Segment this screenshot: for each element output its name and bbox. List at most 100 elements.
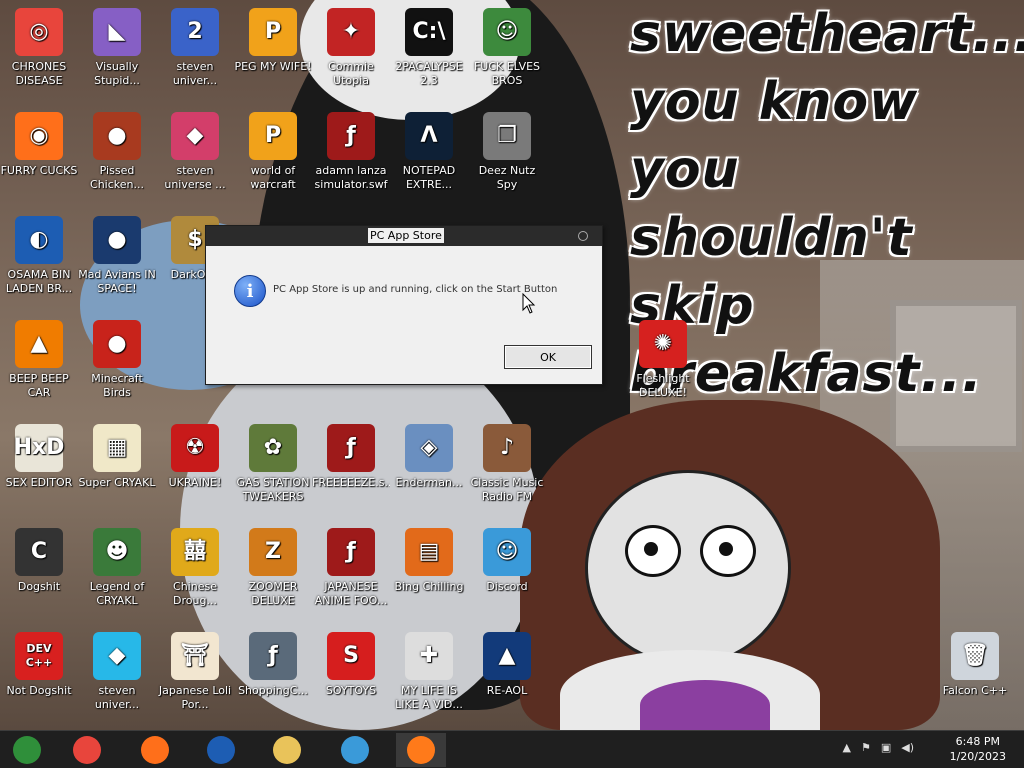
- desktop-icon[interactable]: ◆ steven univer...: [78, 626, 156, 712]
- flag-icon[interactable]: ⚑: [861, 741, 871, 754]
- desktop-icon-label: FREEEEEZE.s...: [312, 476, 390, 489]
- taskbar: ▲ ⚑ ▣ ◀) 6:48 PM 1/20/2023: [0, 730, 1024, 768]
- desktop-icon-label: JAPANESE ANIME FOO...: [314, 580, 388, 607]
- desktop-icon-label: adamn lanza simulator.swf: [314, 164, 388, 191]
- message-dialog: PC App Store i PC App Store is up and ru…: [205, 225, 603, 385]
- desktop-icon-label: Classic Music Radio FM: [470, 476, 544, 503]
- firefox-icon: ◉: [15, 112, 63, 160]
- desktop-icon[interactable]: ◉ FURRY CUCKS: [0, 106, 78, 178]
- ok-button[interactable]: OK: [504, 345, 592, 369]
- desktop-icon[interactable]: ◈ Enderman...: [390, 418, 468, 490]
- torii-icon: ⛩: [171, 632, 219, 680]
- desktop-icon[interactable]: P PEG MY WIFE!: [234, 2, 312, 74]
- desktop-icon[interactable]: HxD SEX EDITOR: [0, 418, 78, 490]
- desktop-icon-label: steven univer...: [94, 684, 140, 711]
- desktop-icon-label: Legend of CRYAKL: [89, 580, 145, 607]
- wallpaper-girl-shirt: [640, 680, 770, 730]
- desktop-icon-label: world of warcraft: [250, 164, 296, 191]
- desktop-icon[interactable]: ◎ CHRONES DISEASE: [0, 2, 78, 88]
- aol-icon: ▲: [483, 632, 531, 680]
- radiation-icon: ☢: [171, 424, 219, 472]
- chrome-icon: ◎: [15, 8, 63, 56]
- app-store-taskbar-icon[interactable]: [396, 733, 446, 767]
- desktop-icon-label: FURRY CUCKS: [0, 164, 78, 177]
- chrome-taskbar-icon[interactable]: [62, 733, 112, 767]
- desktop-icon[interactable]: ☺ Discord: [468, 522, 546, 594]
- desktop-icon[interactable]: ☢ UKRAINE!: [156, 418, 234, 490]
- desktop-icon[interactable]: ƒ adamn lanza simulator.swf: [312, 106, 390, 192]
- vlc-icon: ▲: [15, 320, 63, 368]
- desktop-icon[interactable]: Pworld of warcraft: [234, 106, 312, 192]
- file-explorer-taskbar-icon[interactable]: [262, 733, 312, 767]
- desktop-icon-label: ShoppingC...: [238, 684, 308, 697]
- chrome-taskbar-icon: [73, 736, 101, 764]
- desktop-icon-label: Dogshit: [17, 580, 61, 593]
- desktop-icon[interactable]: ▲ BEEP BEEP CAR: [0, 314, 78, 400]
- desktop-icon[interactable]: C Dogshit: [0, 522, 78, 594]
- desktop-icon-label: FUCK ELVES BROS: [473, 60, 541, 87]
- desktop-icon[interactable]: ● Minecraft Birds: [78, 314, 156, 400]
- desktop-icon[interactable]: ◆ steven universe ...: [156, 106, 234, 192]
- desktop-icon-label: OSAMA BIN LADEN BR...: [5, 268, 73, 295]
- dialog-title: PC App Store: [368, 228, 444, 243]
- dialog-titlebar[interactable]: PC App Store: [206, 226, 602, 246]
- flash-player-icon: ƒ: [249, 632, 297, 680]
- desktop-icon[interactable]: ✚ MY LIFE IS LIKE A VID...: [390, 626, 468, 712]
- obama-logo-taskbar-icon[interactable]: [196, 733, 246, 767]
- desktop-icon[interactable]: Λ NOTEPAD EXTRE...: [390, 106, 468, 192]
- info-icon: i: [234, 275, 266, 307]
- desktop-icon[interactable]: S SOYTOYS: [312, 626, 390, 698]
- desktop-icon-label: Deez Nutz Spy: [478, 164, 536, 191]
- desktop-icon-label: Japanese Loli Por...: [158, 684, 232, 711]
- desktop-icon-label: MY LIFE IS LIKE A VID...: [395, 684, 463, 711]
- desktop-icon-label: UKRAINE!: [168, 476, 222, 489]
- desktop-icon[interactable]: Z ZOOMER DELUXE: [234, 522, 312, 608]
- desktop-icon-label: Visually Stupid...: [94, 60, 140, 87]
- desktop-icon-label: NOTEPAD EXTRE...: [402, 164, 456, 191]
- desktop-icon[interactable]: ▤ Bing Chilling: [390, 522, 468, 594]
- desktop-icon[interactable]: ❐ Deez Nutz Spy: [468, 106, 546, 192]
- messenger-taskbar-icon[interactable]: [330, 733, 380, 767]
- network-icon[interactable]: ▣: [881, 741, 891, 754]
- desktop-icon-label: Fleshlight DELUXE!: [636, 372, 690, 399]
- desktop-icon[interactable]: ⛩ Japanese Loli Por...: [156, 626, 234, 712]
- firefox-taskbar-icon[interactable]: [130, 733, 180, 767]
- desktop-icon[interactable]: ♪ Classic Music Radio FM: [468, 418, 546, 504]
- wallpaper-girl-eye: [700, 525, 756, 577]
- elf-icon: ☺: [483, 8, 531, 56]
- desktop-icon[interactable]: C:\ 2PACALYPSE 2.3: [390, 2, 468, 88]
- start-button[interactable]: [2, 733, 52, 767]
- desktop-icon[interactable]: ƒ JAPANESE ANIME FOO...: [312, 522, 390, 608]
- firefox-taskbar-icon: [141, 736, 169, 764]
- file-explorer-taskbar-icon: [273, 736, 301, 764]
- desktop-icon[interactable]: ✦ Commie Utopia: [312, 2, 390, 88]
- desktop-icon[interactable]: 🗑 Falcon C++: [936, 626, 1014, 698]
- desktop-icon-label: Pissed Chicken...: [90, 164, 144, 191]
- visual-studio-icon: ◣: [93, 8, 141, 56]
- close-icon[interactable]: [578, 231, 588, 241]
- desktop-icon[interactable]: ƒ FREEEEEZE.s...: [312, 418, 390, 490]
- desktop-icon[interactable]: ● Pissed Chicken...: [78, 106, 156, 192]
- volume-icon[interactable]: ◀): [901, 741, 914, 754]
- desktop-icon-label: Minecraft Birds: [91, 372, 143, 399]
- desktop-icon[interactable]: ▲ RE-AOL: [468, 626, 546, 698]
- desktop-icon[interactable]: ▦ Super CRYAKL: [78, 418, 156, 490]
- desktop-icon[interactable]: ● Mad Avians IN SPACE!: [78, 210, 156, 296]
- chevron-up-icon[interactable]: ▲: [842, 741, 850, 754]
- desktop-icon[interactable]: ◣ Visually Stupid...: [78, 2, 156, 88]
- desktop-icon[interactable]: DEV C++ Not Dogshit: [0, 626, 78, 698]
- desktop-icon[interactable]: ◐ OSAMA BIN LADEN BR...: [0, 210, 78, 296]
- desktop-icon[interactable]: 囍 Chinese Droug...: [156, 522, 234, 608]
- desktop-icon[interactable]: ☺ FUCK ELVES BROS: [468, 2, 546, 88]
- desktop-icon[interactable]: 2 steven univer...: [156, 2, 234, 88]
- desktop-icon[interactable]: ☻ Legend of CRYAKL: [78, 522, 156, 608]
- desktop-icon[interactable]: ✺ Fleshlight DELUXE!: [624, 314, 702, 400]
- desktop-icon-label: Falcon C++: [942, 684, 1008, 697]
- desktop-icon[interactable]: ✿ GAS STATION TWEAKERS: [234, 418, 312, 504]
- desktop-icon[interactable]: ƒ ShoppingC...: [234, 626, 312, 698]
- clock[interactable]: 6:48 PM 1/20/2023: [950, 734, 1006, 764]
- desktop-icon-label: Mad Avians IN SPACE!: [78, 268, 156, 295]
- desktop-icon-label: BEEP BEEP CAR: [9, 372, 69, 399]
- number-two-icon: 2: [171, 8, 219, 56]
- angry-birds-seasons-icon: ●: [93, 112, 141, 160]
